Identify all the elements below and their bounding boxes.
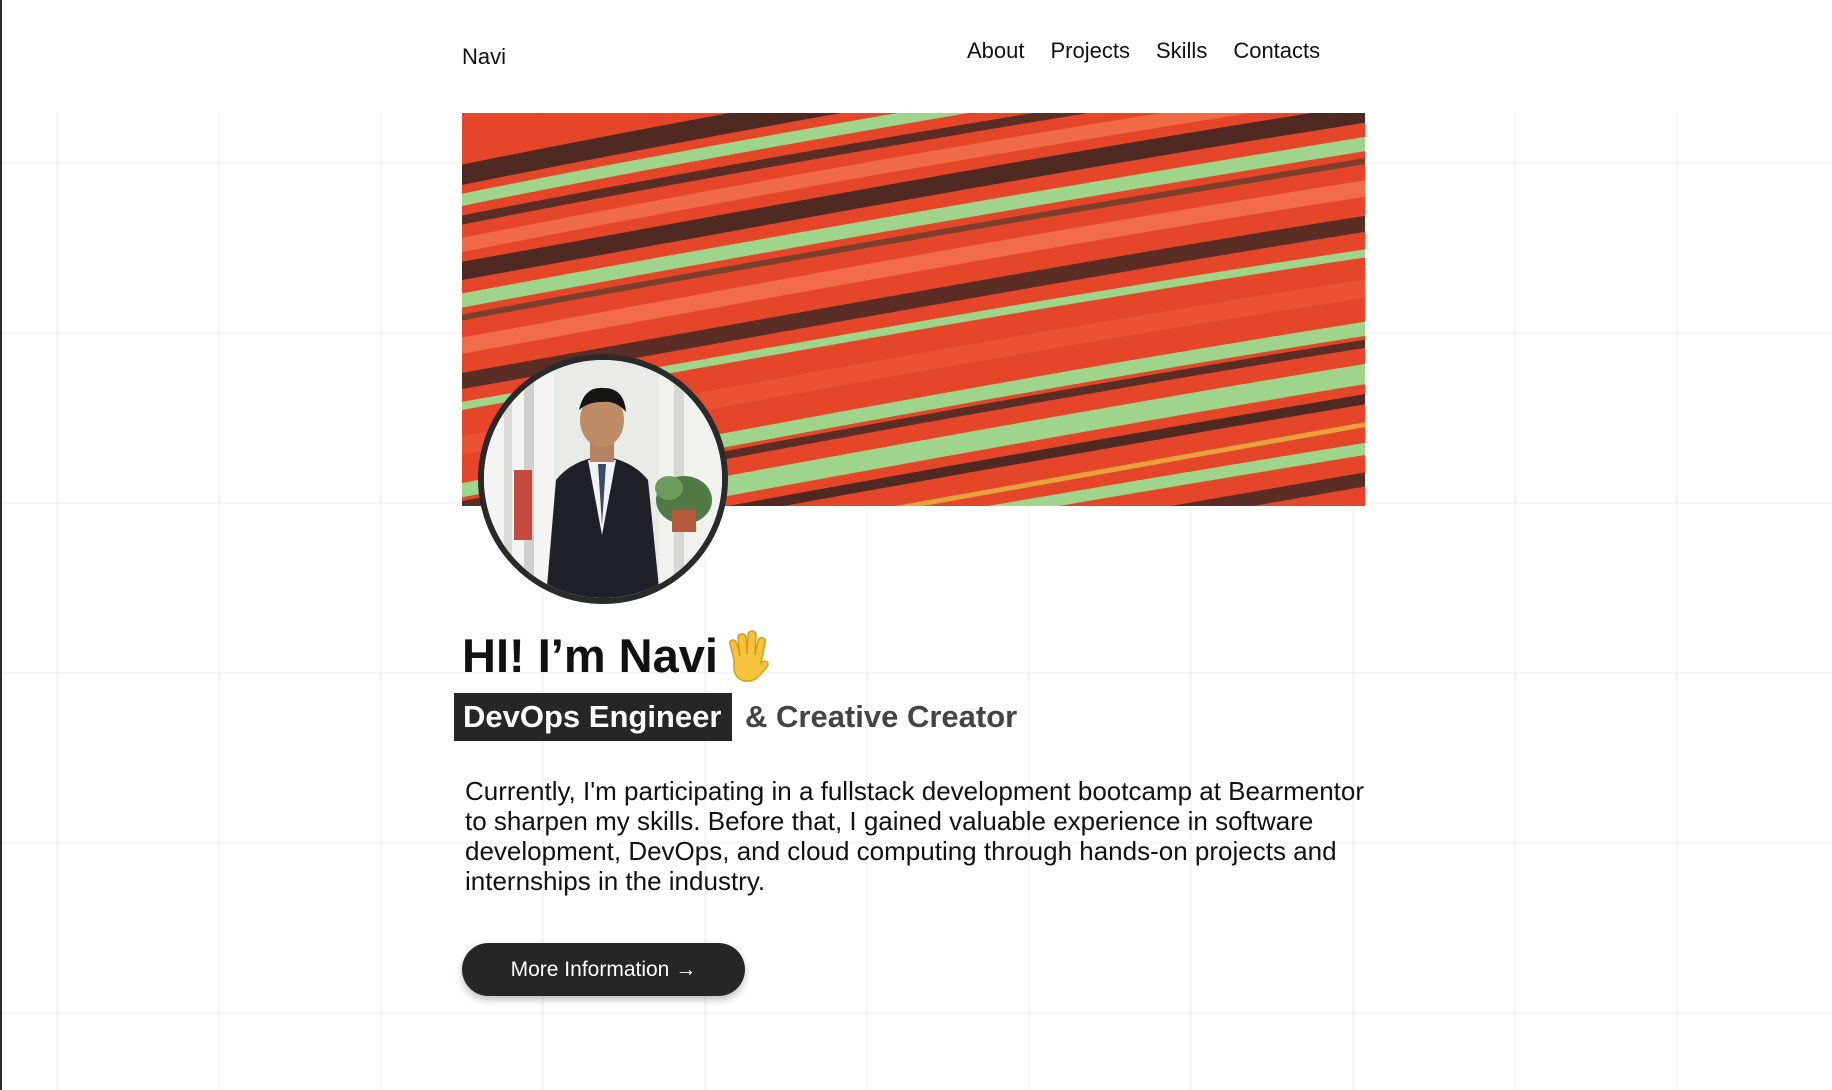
hero-greeting: HI! I’m Navi	[462, 629, 718, 682]
arrow-right-icon: →	[675, 957, 697, 981]
nav-link-contacts[interactable]: Contacts	[1233, 38, 1320, 64]
nav-links: About Projects Skills Contacts	[967, 38, 1320, 64]
nav-link-projects[interactable]: Projects	[1051, 38, 1130, 64]
role-suffix-text: & Creative Creator	[745, 699, 1018, 734]
brand-name[interactable]: Navi	[462, 44, 506, 70]
more-information-button[interactable]: More Information →	[462, 943, 745, 996]
role-highlight-badge: DevOps Engineer	[454, 693, 733, 741]
nav-link-skills[interactable]: Skills	[1156, 38, 1207, 64]
more-information-label: More Information	[510, 957, 670, 981]
nav-link-about[interactable]: About	[967, 38, 1025, 64]
bio-paragraph: Currently, I'm participating in a fullst…	[465, 776, 1365, 896]
top-navbar: Navi About Projects Skills Contacts	[462, 30, 1362, 80]
profile-avatar	[478, 354, 728, 604]
waving-hand-icon	[724, 630, 770, 682]
